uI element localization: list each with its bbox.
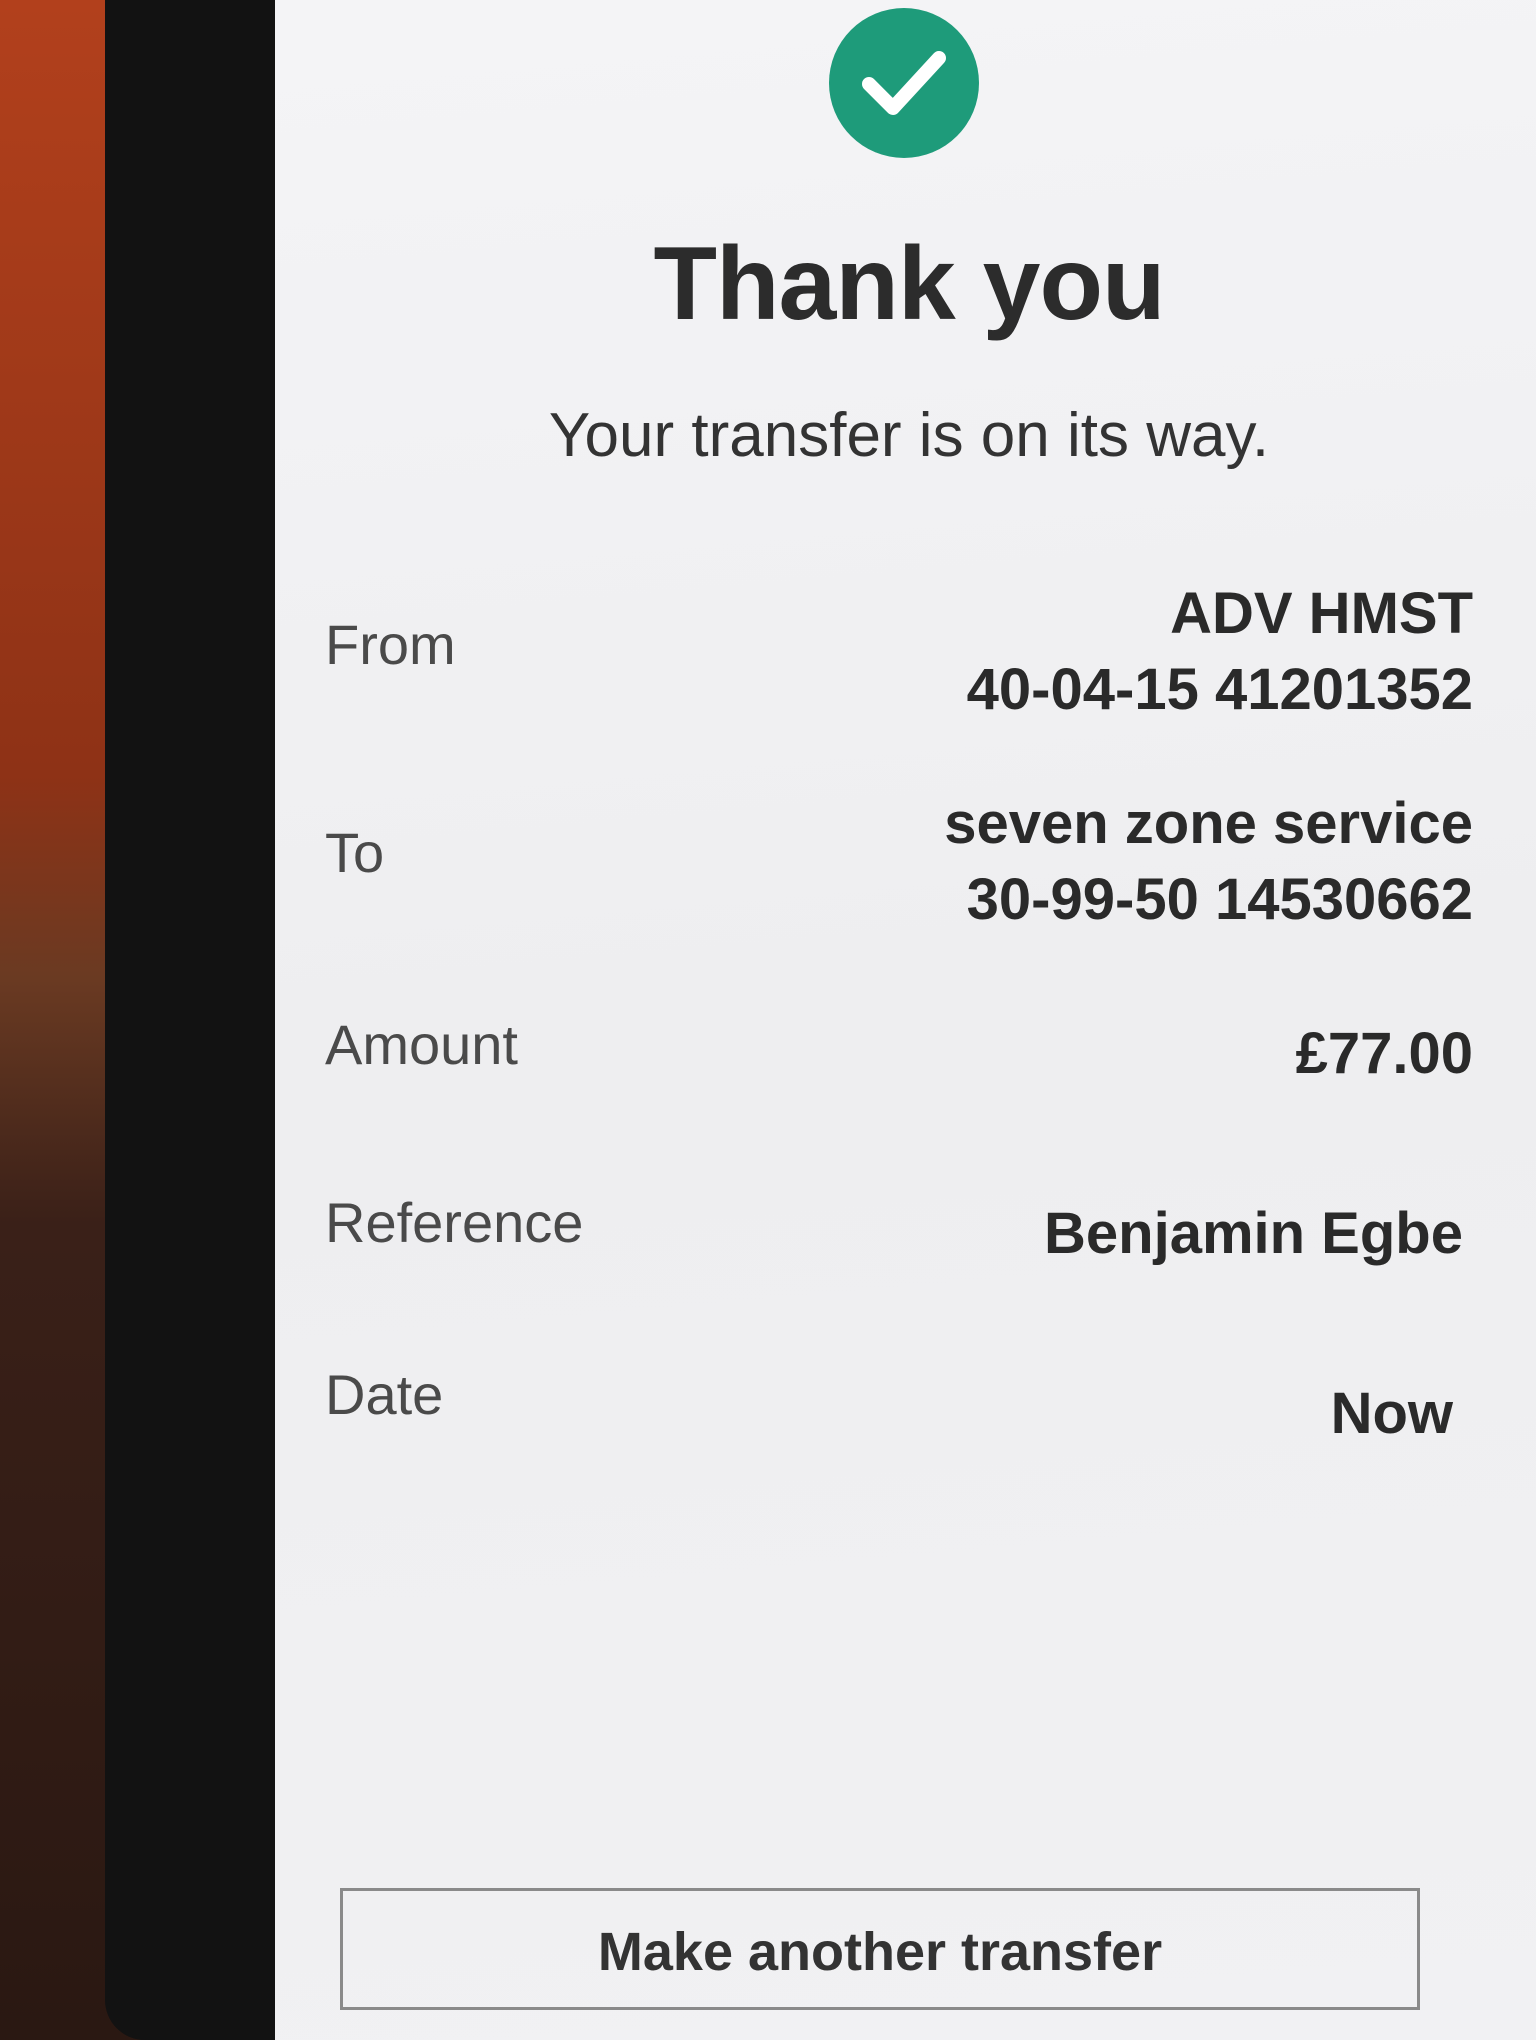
page-title: Thank you: [653, 226, 1165, 342]
reference-value: Benjamin Egbe: [1044, 1201, 1463, 1266]
checkmark-icon: [862, 51, 946, 115]
reference-label: Reference: [325, 1191, 584, 1254]
page-subtitle: Your transfer is on its way.: [548, 401, 1270, 470]
check-circle-icon: [829, 8, 979, 158]
date-label: Date: [325, 1363, 444, 1426]
from-label: From: [325, 613, 456, 676]
phone-frame: Thank you Your transfer is on its way. F…: [105, 0, 1536, 2040]
amount-value: £77.00: [1295, 1021, 1473, 1086]
to-account-name: seven zone service: [944, 791, 1473, 856]
from-value: ADV HMST 40-04-15 41201352: [967, 576, 1473, 728]
date-value: Now: [1330, 1381, 1453, 1446]
to-account-number: 30-99-50 14530662: [966, 867, 1473, 932]
to-label: To: [325, 821, 385, 884]
amount-label: Amount: [325, 1013, 518, 1076]
confirmation-screen: Thank you Your transfer is on its way. F…: [275, 0, 1536, 2040]
from-account-number: 40-04-15 41201352: [966, 657, 1473, 722]
make-another-transfer-button[interactable]: Make another transfer: [340, 1888, 1420, 2010]
to-value: seven zone service 30-99-50 14530662: [944, 786, 1473, 938]
from-account-name: ADV HMST: [1170, 581, 1473, 646]
